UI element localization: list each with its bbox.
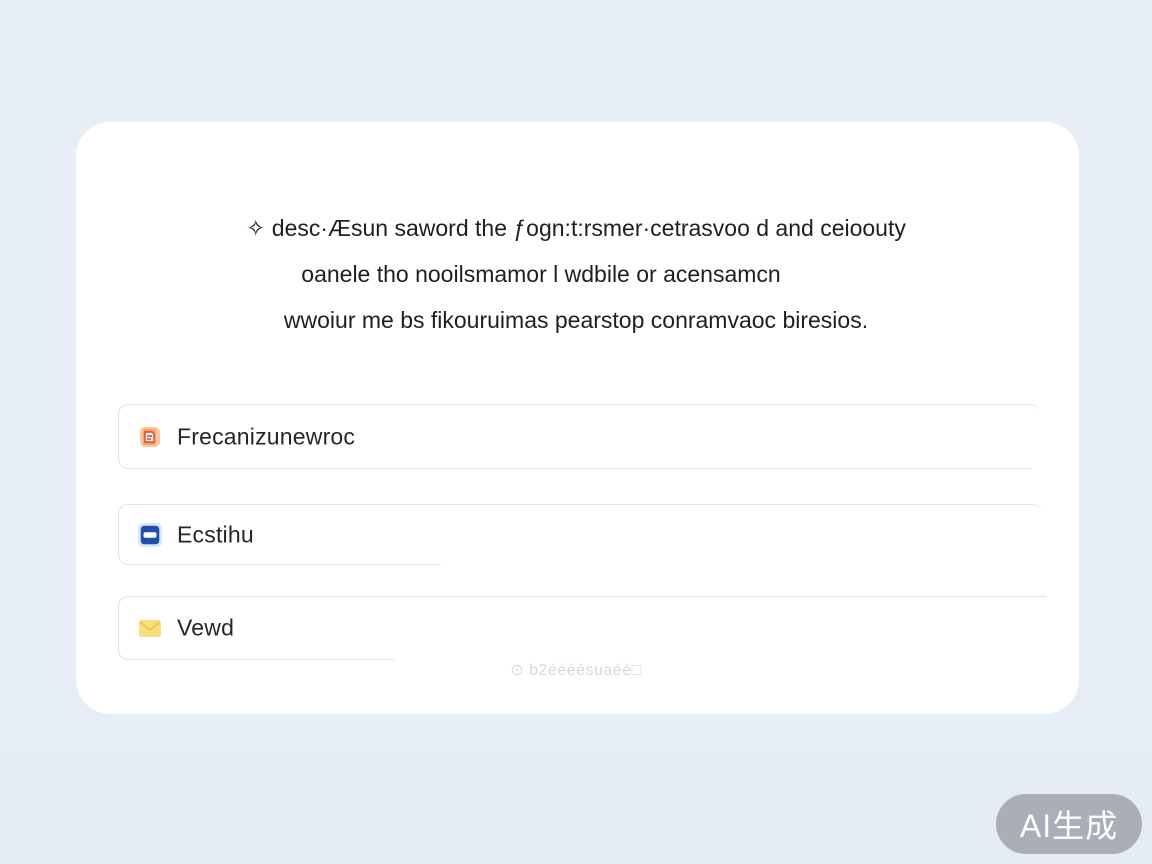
document-icon: [137, 424, 163, 450]
description-line: wwoiur me bs fikouruimas pearstop conram…: [283, 307, 869, 333]
option-border-fade: [441, 563, 1034, 565]
description-line: ✧ desc·Æsun saword the ƒogn:t:rsmer·cetr…: [246, 215, 906, 241]
option-card[interactable]: Ecstihu: [118, 504, 1042, 565]
description-line: oanele tho nooilsmamor l wdbile or acens…: [301, 261, 781, 287]
card-icon: [137, 522, 163, 548]
option-label: Frecanizunewroc: [177, 423, 356, 449]
option-document[interactable]: Frecanizunewroc: [118, 404, 1040, 469]
envelope-icon: [137, 615, 163, 641]
option-label: Vewd: [177, 614, 235, 641]
footnote-text: ⊙ b2éééésuaéé□: [510, 662, 642, 679]
description-paragraph: ✧ desc·Æsun saword the ƒogn:t:rsmer·cetr…: [0, 205, 1152, 343]
option-envelope[interactable]: Vewd: [118, 596, 1046, 660]
ai-generated-badge: AI生成: [996, 794, 1142, 854]
option-label: Ecstihu: [177, 521, 254, 547]
